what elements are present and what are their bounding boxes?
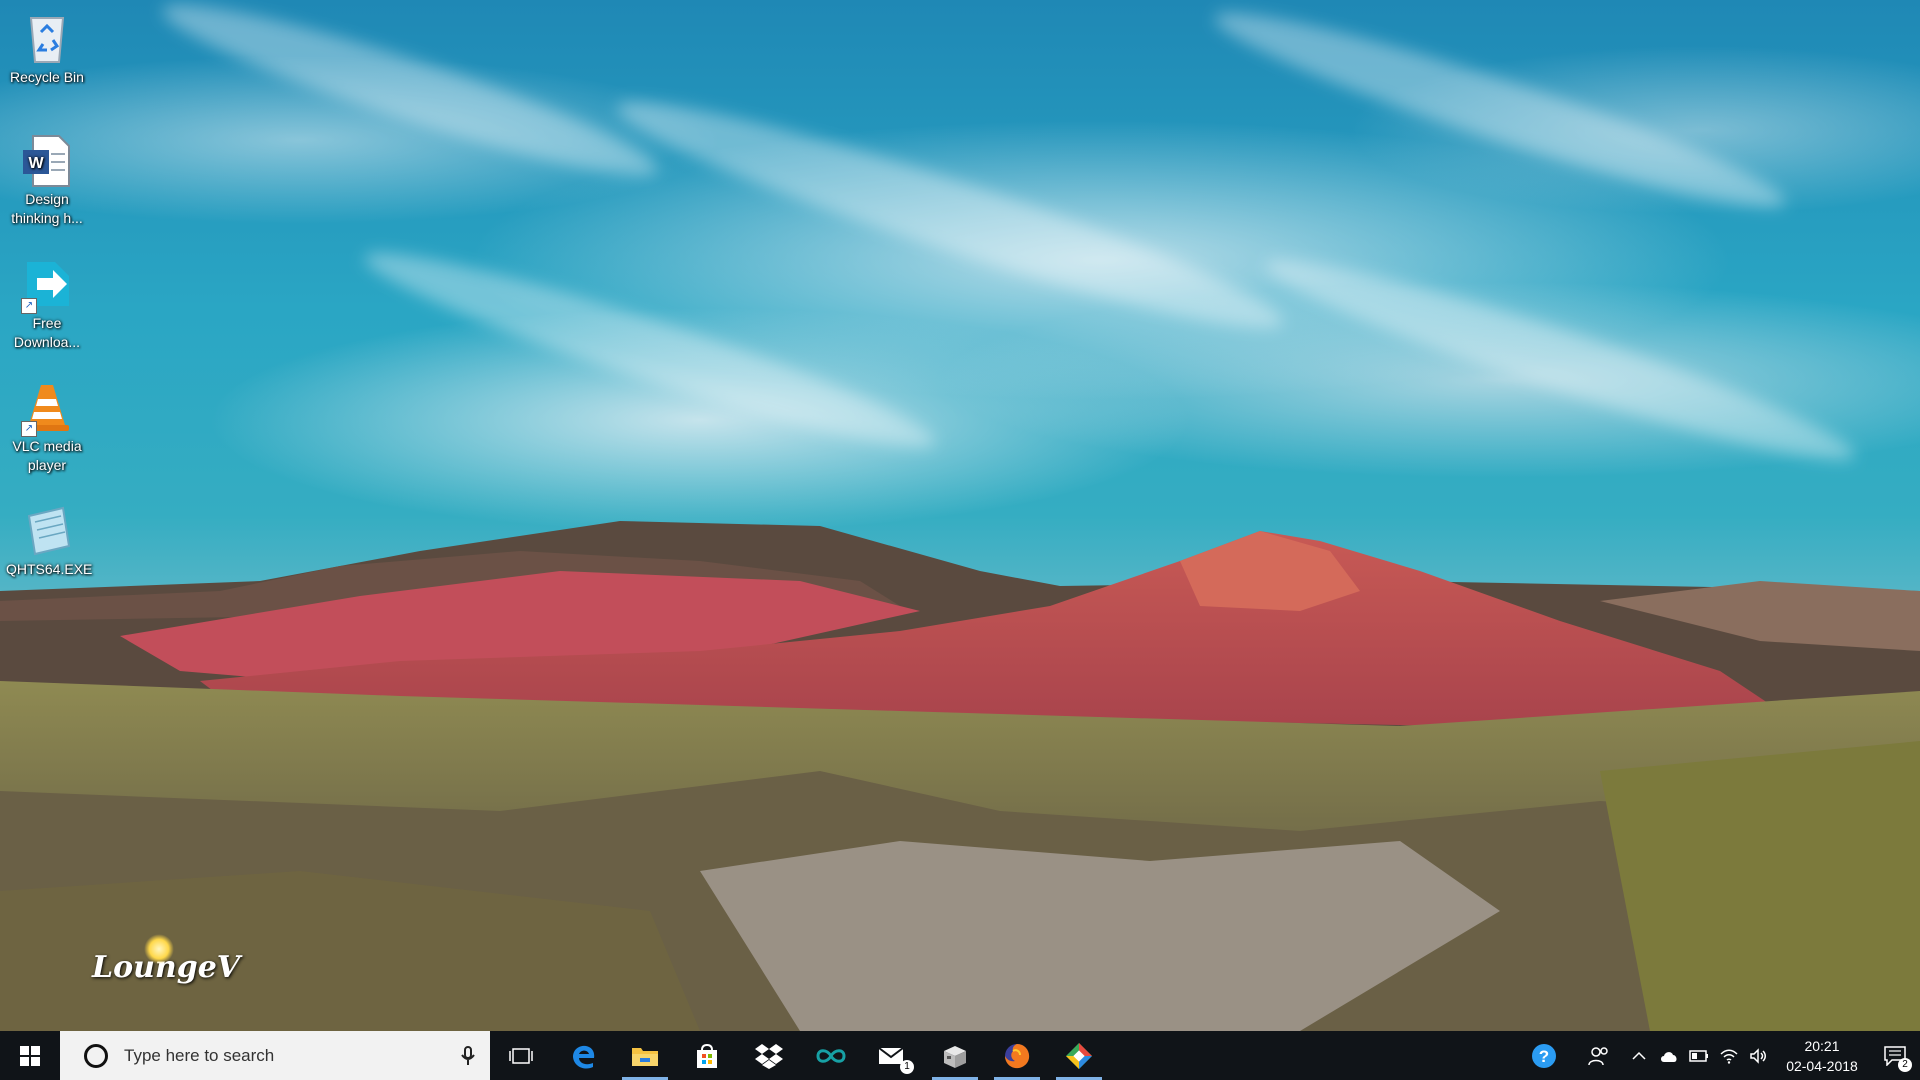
taskbar-file-explorer[interactable] bbox=[614, 1031, 676, 1080]
search-input[interactable] bbox=[122, 1044, 446, 1067]
desktop-icon-label: Free Downloa... bbox=[13, 315, 81, 350]
taskbar: 1 ? bbox=[0, 1031, 1920, 1080]
onedrive-button[interactable] bbox=[1654, 1031, 1684, 1080]
box-app-icon bbox=[944, 1045, 966, 1068]
wallpaper-landscape bbox=[0, 511, 1920, 1031]
cloud-icon bbox=[1661, 1051, 1677, 1062]
taskbar-dropbox[interactable] bbox=[738, 1031, 800, 1080]
diamond-app-icon bbox=[1066, 1042, 1092, 1069]
mail-badge: 1 bbox=[900, 1060, 914, 1074]
word-document-icon: W bbox=[19, 132, 75, 188]
desktop-icon-vlc[interactable]: ↗ VLC media player bbox=[4, 373, 90, 475]
desktop-icon-label: Recycle Bin bbox=[10, 69, 84, 85]
vlc-icon: ↗ bbox=[19, 379, 75, 437]
desktop-icon-free-download-manager[interactable]: ↗ Free Downloa... bbox=[4, 250, 90, 352]
svg-text:?: ? bbox=[1539, 1047, 1549, 1066]
volume-button[interactable] bbox=[1744, 1031, 1774, 1080]
desktop: Recycle Bin W Design thinking h... ↗ Fre… bbox=[0, 0, 1920, 1031]
infinity-icon bbox=[816, 1048, 846, 1063]
recycle-bin-icon bbox=[19, 10, 75, 66]
search-box[interactable] bbox=[60, 1031, 490, 1080]
taskbar-diamond-app[interactable] bbox=[1048, 1031, 1110, 1080]
task-view-icon bbox=[509, 1047, 533, 1064]
desktop-icon-label: Design thinking h... bbox=[11, 191, 83, 226]
system-tray: ? 20:21 02-04-2018 2 bbox=[1514, 1031, 1920, 1080]
notification-count-badge: 2 bbox=[1898, 1058, 1912, 1072]
people-icon bbox=[1588, 1046, 1608, 1065]
battery-button[interactable] bbox=[1684, 1031, 1714, 1080]
taskbar-mail[interactable]: 1 bbox=[862, 1031, 924, 1080]
task-view-button[interactable] bbox=[490, 1031, 552, 1080]
shortcut-arrow-icon: ↗ bbox=[21, 298, 37, 314]
start-button[interactable] bbox=[0, 1031, 60, 1080]
clock-time: 20:21 bbox=[1804, 1037, 1840, 1054]
folder-icon bbox=[632, 1047, 658, 1066]
desktop-icon-recycle-bin[interactable]: Recycle Bin bbox=[4, 4, 90, 87]
notepad-exe-icon bbox=[19, 502, 75, 558]
desktop-icon-label: VLC media player bbox=[12, 438, 82, 473]
dropbox-icon bbox=[755, 1043, 783, 1069]
taskbar-box-app[interactable] bbox=[924, 1031, 986, 1080]
clock[interactable]: 20:21 02-04-2018 bbox=[1774, 1036, 1870, 1076]
cortana-circle-icon bbox=[84, 1043, 108, 1068]
desktop-icon-qhts64[interactable]: QHTS64.EXE bbox=[4, 496, 93, 579]
help-button[interactable]: ? bbox=[1514, 1031, 1574, 1080]
free-download-manager-icon: ↗ bbox=[19, 256, 75, 314]
clock-date: 02-04-2018 bbox=[1786, 1057, 1858, 1074]
taskbar-store[interactable] bbox=[676, 1031, 738, 1080]
watermark-logo: LoungeV bbox=[92, 934, 240, 985]
store-icon bbox=[697, 1043, 717, 1068]
wifi-icon bbox=[1720, 1049, 1738, 1064]
edge-icon bbox=[573, 1045, 595, 1069]
taskbar-firefox[interactable] bbox=[986, 1031, 1048, 1080]
desktop-icon-label: QHTS64.EXE bbox=[6, 561, 93, 577]
action-center-button[interactable]: 2 bbox=[1870, 1031, 1920, 1080]
desktop-icon-design-thinking[interactable]: W Design thinking h... bbox=[4, 126, 90, 228]
battery-icon bbox=[1689, 1049, 1708, 1062]
shortcut-arrow-icon: ↗ bbox=[21, 421, 37, 437]
taskbar-edge[interactable] bbox=[552, 1031, 614, 1080]
volume-icon bbox=[1750, 1047, 1766, 1064]
show-hidden-icons-button[interactable] bbox=[1624, 1031, 1654, 1080]
taskbar-arduino[interactable] bbox=[800, 1031, 862, 1080]
firefox-icon bbox=[1005, 1043, 1030, 1068]
network-button[interactable] bbox=[1714, 1031, 1744, 1080]
chevron-up-icon bbox=[1632, 1051, 1646, 1060]
help-icon: ? bbox=[1532, 1043, 1556, 1068]
sun-icon bbox=[144, 934, 174, 964]
microphone-icon[interactable] bbox=[446, 1045, 490, 1066]
people-button[interactable] bbox=[1574, 1031, 1624, 1080]
windows-logo-icon bbox=[20, 1045, 40, 1066]
svg-text:W: W bbox=[28, 155, 44, 172]
